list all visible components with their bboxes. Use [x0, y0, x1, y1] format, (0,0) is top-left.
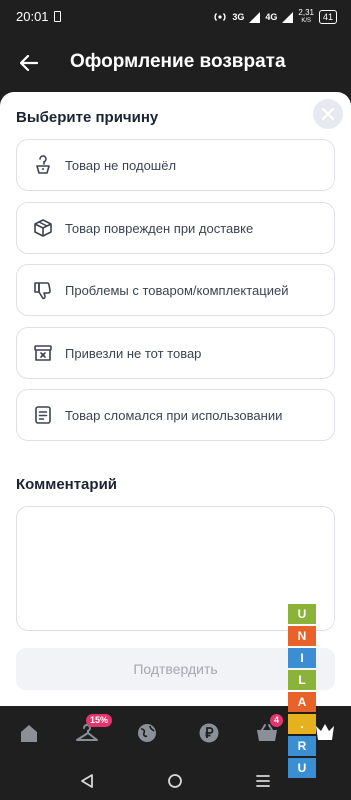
hanger-tag-icon	[33, 155, 53, 175]
reason-option[interactable]: Товар поврежден при доставке	[16, 202, 335, 254]
reason-option[interactable]: Привезли не тот товар	[16, 327, 335, 379]
menu-icon	[256, 775, 270, 787]
reasons-title: Выберите причину	[16, 109, 159, 126]
status-indicators: 3G 4G 2,31 K/S 41	[213, 9, 337, 25]
reason-option[interactable]: Проблемы с товаром/комплектацией	[16, 264, 335, 316]
nav-home-button[interactable]	[164, 770, 186, 792]
watermark-letter: R	[288, 736, 316, 756]
status-time: 20:01	[16, 9, 49, 24]
close-button[interactable]	[313, 99, 343, 129]
reason-label: Привезли не тот товар	[65, 345, 202, 361]
document-icon	[33, 405, 53, 425]
reason-label: Товар сломался при использовании	[65, 407, 283, 423]
reason-label: Товар поврежден при доставке	[65, 220, 254, 236]
home-icon	[21, 725, 37, 742]
signal-icon	[282, 11, 294, 23]
back-button[interactable]	[14, 48, 44, 78]
network-4g: 4G	[265, 11, 278, 22]
sim-icon	[54, 11, 61, 22]
reason-label: Товар не подошёл	[65, 157, 177, 173]
ruble-icon	[199, 723, 219, 743]
circle-home-icon	[168, 774, 182, 788]
signal-icon	[249, 11, 261, 23]
discount-badge: 15%	[86, 714, 113, 727]
watermark-letter: N	[288, 626, 316, 646]
watermark-letter: U	[288, 758, 316, 778]
damaged-box-icon	[33, 218, 53, 238]
reason-option[interactable]: Товар сломался при использовании	[16, 389, 335, 441]
watermark-letter: L	[288, 670, 316, 690]
status-bar: 20:01 3G 4G 2,31 K/S 41	[0, 0, 351, 34]
battery-indicator: 41	[318, 10, 337, 24]
watermark-letter: U	[288, 604, 316, 624]
profile-icon	[316, 724, 334, 740]
nav-back-button[interactable]	[76, 770, 98, 792]
reason-option[interactable]: Товар не подошёл	[16, 139, 335, 191]
box-x-icon	[33, 343, 53, 363]
network-speed: 2,31 K/S	[298, 8, 314, 25]
app-header: Оформление возврата	[0, 34, 351, 92]
comment-title: Комментарий	[16, 476, 118, 493]
triangle-back-icon	[81, 774, 93, 788]
thumbs-down-icon	[33, 280, 53, 300]
watermark-letter: .	[288, 714, 316, 734]
close-icon	[322, 108, 334, 120]
arrow-left-icon	[20, 55, 38, 71]
tab-finance[interactable]	[196, 720, 222, 746]
page-title: Оформление возврата	[70, 51, 286, 72]
nav-menu-button[interactable]	[252, 770, 274, 792]
watermark-letter: I	[288, 648, 316, 668]
hotspot-icon	[214, 13, 226, 21]
watermark-letter: A	[288, 692, 316, 712]
network-3g: 3G	[232, 11, 245, 22]
reason-label: Проблемы с товаром/комплектацией	[65, 282, 289, 298]
tab-explore[interactable]	[134, 720, 160, 746]
unila-watermark: U N I L A . R U	[288, 604, 316, 780]
tab-home[interactable]	[16, 720, 42, 746]
cart-count-badge: 4	[270, 714, 284, 727]
globe-icon	[138, 724, 156, 742]
